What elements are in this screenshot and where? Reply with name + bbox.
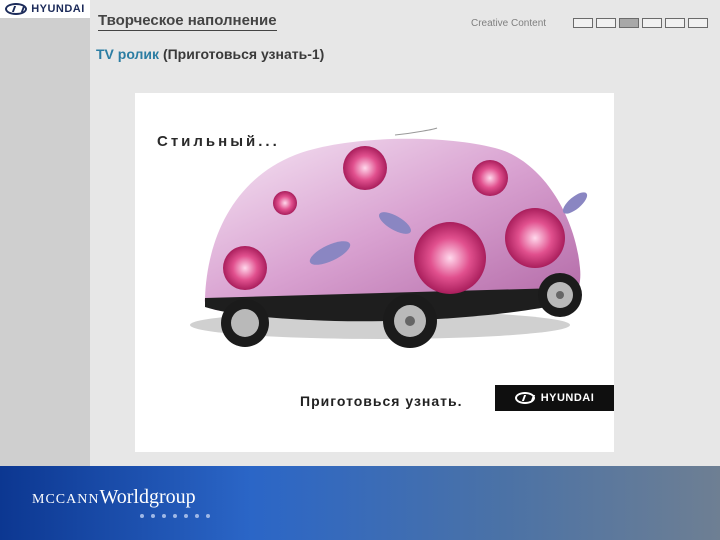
ad-headline: Стильный... [157, 133, 280, 150]
creative-content-label: Creative Content [471, 18, 547, 29]
dot [184, 514, 188, 518]
progress-step [665, 18, 685, 28]
mccann-worldgroup-logo: MCCANNWorldgroup [32, 486, 196, 509]
subtitle-rest: (Приготовься узнать-1) [162, 46, 325, 62]
dot [195, 514, 199, 518]
tv-ad-image: Стильный... Приготовься узнать. HYUNDAI [135, 93, 614, 452]
brand-large: Worldgroup [99, 486, 196, 508]
subtitle: TV ролик (Приготовься узнать-1) [96, 46, 324, 62]
dot [140, 514, 144, 518]
progress-step [642, 18, 662, 28]
progress-indicator [573, 18, 711, 28]
footer-banner: MCCANNWorldgroup [0, 466, 720, 540]
progress-step [688, 18, 708, 28]
dot [162, 514, 166, 518]
ad-tagline: Приготовься узнать. [300, 393, 463, 409]
ad-hyundai-logo: HYUNDAI [495, 385, 614, 411]
brand-small: MCCANN [32, 492, 100, 507]
dot [206, 514, 210, 518]
hyundai-logo-icon [5, 3, 28, 15]
ad-logo-text: HYUNDAI [540, 392, 595, 404]
progress-step [596, 18, 616, 28]
hyundai-logo-icon [514, 392, 535, 404]
hyundai-logo: HYUNDAI [0, 0, 90, 18]
decorative-dots [140, 514, 210, 518]
section-title: Творческое наполнение [98, 12, 277, 31]
left-strip [0, 0, 90, 466]
hyundai-logo-text: HYUNDAI [31, 3, 85, 15]
progress-step [573, 18, 593, 28]
dot [173, 514, 177, 518]
dot [151, 514, 155, 518]
progress-step-active [619, 18, 639, 28]
subtitle-accent: TV ролик [96, 46, 160, 62]
